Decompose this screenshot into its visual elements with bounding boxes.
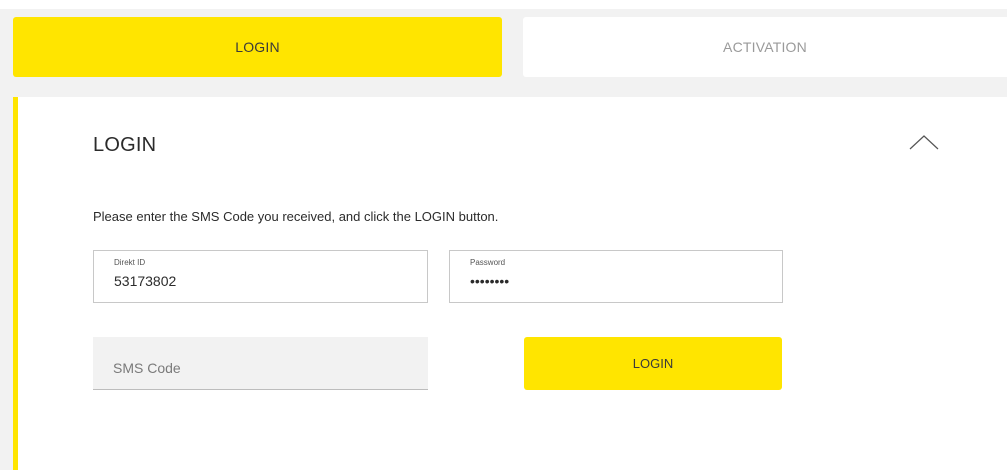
tab-activation-label: ACTIVATION [723,39,807,55]
chevron-up-icon-graphic [909,135,939,150]
login-button[interactable]: LOGIN [524,337,782,390]
direkt-id-input[interactable] [114,273,394,289]
login-panel: LOGIN Please enter the SMS Code you rece… [13,97,1007,470]
tab-login[interactable]: LOGIN [13,17,502,77]
chevron-up-icon[interactable] [906,131,942,153]
password-label: Password [470,258,506,267]
panel-title: LOGIN [93,134,157,156]
sms-code-field[interactable] [93,337,428,390]
direkt-id-label: Direkt ID [114,258,146,267]
sms-code-input[interactable] [113,359,403,377]
direkt-id-field[interactable]: Direkt ID [93,250,428,303]
page: LOGIN ACTIVATION LOGIN Please enter the … [0,0,1007,470]
instruction-text: Please enter the SMS Code you received, … [93,209,499,224]
tab-activation[interactable]: ACTIVATION [523,17,1007,77]
password-field[interactable]: Password •••••••• [449,250,783,303]
tab-login-label: LOGIN [235,39,280,55]
password-input[interactable]: •••••••• [470,273,750,289]
